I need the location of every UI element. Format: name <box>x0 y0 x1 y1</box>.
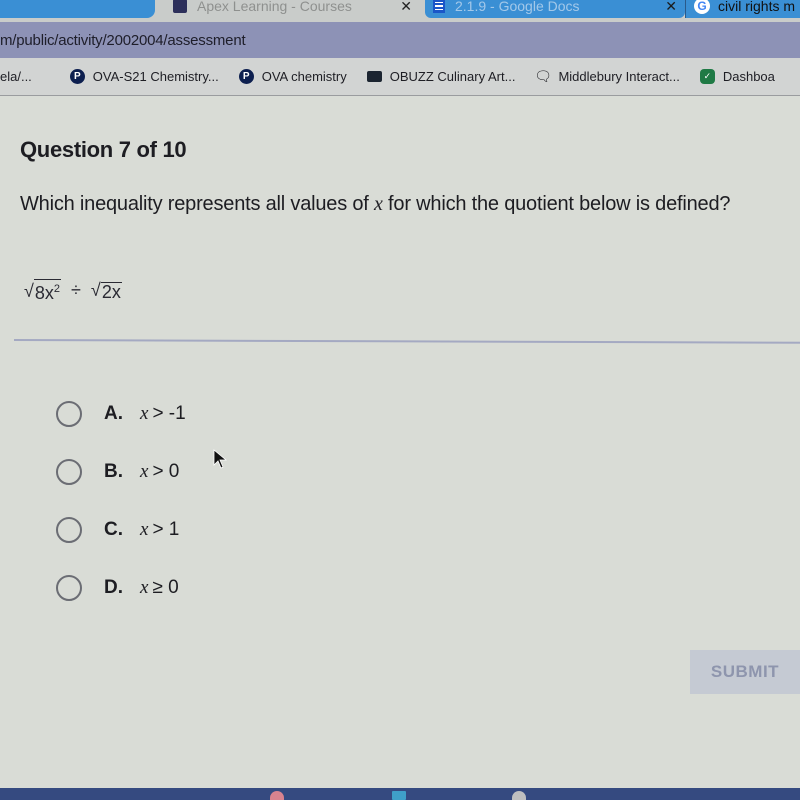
bookmark-label: Dashboa <box>722 69 775 84</box>
tab-apex-learning[interactable]: Apex Learning - Courses ✕ <box>165 0 420 18</box>
close-tab-icon[interactable]: ✕ <box>655 0 677 15</box>
mouse-cursor-icon <box>213 449 227 469</box>
question-prompt: Which inequality represents all values o… <box>20 192 790 216</box>
chat-icon: 🗨 <box>534 68 552 84</box>
option-text: > 1 <box>152 519 180 540</box>
tab-google-docs[interactable]: 2.1.9 - Google Docs ✕ <box>425 0 685 18</box>
bookmark-label: OVA chemistry <box>261 69 347 84</box>
tab-title: 2.1.9 - Google Docs <box>455 0 580 14</box>
prompt-text: for which the quotient below is defined? <box>382 193 731 215</box>
bookmark-label: OVA-S21 Chemistry... <box>92 69 219 84</box>
exponent: 2 <box>53 283 61 295</box>
bookmark-obuzz-culinary[interactable]: OBUZZ Culinary Art... <box>366 69 516 84</box>
tab-title: Apex Learning - Courses <box>197 0 352 14</box>
clapperboard-icon <box>366 71 382 82</box>
prompt-variable: x <box>374 193 383 215</box>
bookmark-ova-s21-chemistry[interactable]: P OVA-S21 Chemistry... <box>69 69 219 84</box>
option-b[interactable]: B. x > 0 <box>56 443 186 501</box>
option-d[interactable]: D. x ≥ 0 <box>56 559 186 617</box>
bookmark-ela[interactable]: ela/... <box>0 69 32 84</box>
option-text: ≥ 0 <box>152 577 179 598</box>
option-letter: B. <box>104 461 123 482</box>
radio-button[interactable] <box>56 401 82 427</box>
tab-strip: Apex Learning - Courses ✕ 2.1.9 - Google… <box>0 0 800 22</box>
sqrt-symbol: √ <box>24 281 34 301</box>
option-letter: C. <box>104 519 123 540</box>
sqrt-symbol: √ <box>90 280 101 300</box>
google-docs-icon <box>433 0 445 13</box>
prompt-text: Which inequality represents all values o… <box>20 193 375 215</box>
bookmark-ova-chemistry[interactable]: P OVA chemistry <box>238 69 347 84</box>
option-text: > -1 <box>152 403 186 424</box>
url-text[interactable]: m/public/activity/2002004/assessment <box>0 32 246 49</box>
radio-button[interactable] <box>56 517 82 543</box>
quotient-expression: √ 8x2 ÷ √ 2x <box>24 279 122 302</box>
option-variable: x <box>140 461 149 482</box>
os-taskbar <box>0 788 800 800</box>
option-variable: x <box>140 403 149 424</box>
option-text: > 0 <box>152 461 180 482</box>
tab-previous[interactable] <box>0 0 155 18</box>
close-tab-icon[interactable]: ✕ <box>390 0 412 15</box>
apex-favicon-icon <box>173 0 187 13</box>
tab-google-search[interactable]: G civil rights m <box>685 0 800 18</box>
submit-button[interactable]: SUBMIT <box>690 650 800 694</box>
option-letter: A. <box>104 403 123 424</box>
bookmark-label: Middlebury Interact... <box>558 69 680 84</box>
radio-button[interactable] <box>56 575 82 601</box>
option-a[interactable]: A. x > -1 <box>56 385 186 443</box>
radio-button[interactable] <box>56 459 82 485</box>
google-icon: G <box>694 0 710 14</box>
radicand: 8x <box>34 283 54 303</box>
bookmarks-bar: ela/... P OVA-S21 Chemistry... P OVA che… <box>0 58 800 96</box>
taskbar-app-icon[interactable] <box>392 791 406 800</box>
bookmark-middlebury[interactable]: 🗨 Middlebury Interact... <box>534 68 680 84</box>
option-c[interactable]: C. x > 1 <box>56 501 186 559</box>
taskbar-app-icon[interactable] <box>270 791 284 800</box>
option-letter: D. <box>104 577 123 598</box>
radical-right: √ 2x <box>91 280 122 301</box>
bookmark-label: OBUZZ Culinary Art... <box>389 69 516 84</box>
answer-options: A. x > -1 B. x > 0 C. x > 1 D. x ≥ 0 <box>56 385 186 617</box>
assessment-content: Question 7 of 10 Which inequality repres… <box>0 97 800 787</box>
bookmark-label: ela/... <box>0 69 32 84</box>
pearson-icon: P <box>69 69 85 84</box>
tab-title: civil rights m <box>718 0 796 14</box>
taskbar-app-icon[interactable] <box>512 791 526 800</box>
bookmark-dashboard[interactable]: ✓ Dashboa <box>699 69 775 84</box>
question-header: Question 7 of 10 <box>20 137 187 162</box>
option-variable: x <box>140 577 149 598</box>
section-divider <box>13 339 800 344</box>
division-operator: ÷ <box>71 280 81 300</box>
pearson-icon: P <box>238 69 254 84</box>
shield-icon: ✓ <box>699 69 715 84</box>
option-variable: x <box>140 519 149 540</box>
radicand: 2x <box>101 282 121 302</box>
address-bar[interactable]: m/public/activity/2002004/assessment <box>0 22 800 58</box>
radical-left: √ 8x2 <box>24 279 62 303</box>
